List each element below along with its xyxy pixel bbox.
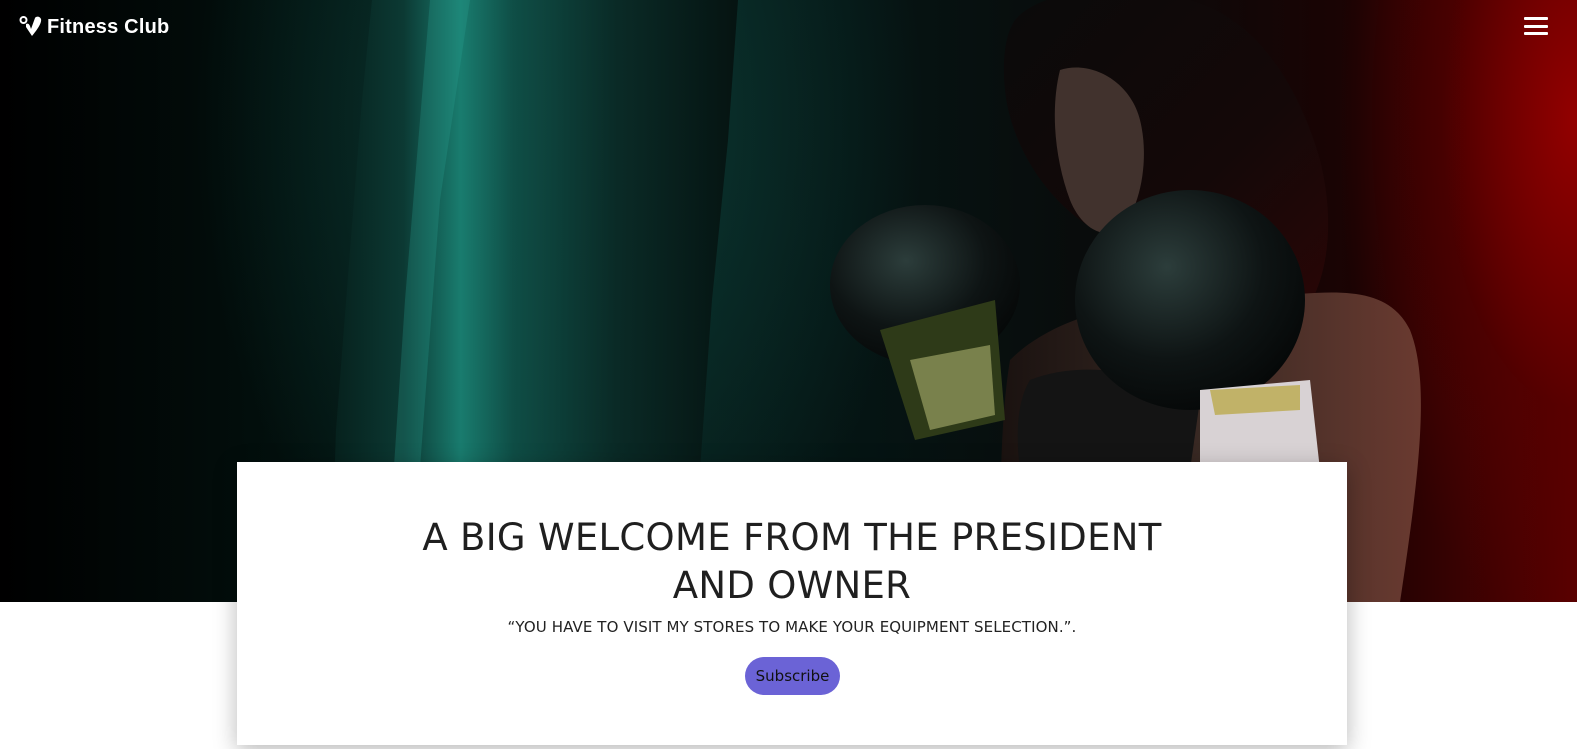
page: Fitness Club A BIG WELCOME FROM THE PRES…: [0, 0, 1577, 749]
brand-name: Fitness Club: [47, 15, 170, 38]
hamburger-line: [1524, 24, 1548, 28]
welcome-title: A BIG WELCOME FROM THE PRESIDENT AND OWN…: [422, 516, 1162, 607]
navbar: Fitness Club: [0, 0, 1577, 54]
welcome-card: A BIG WELCOME FROM THE PRESIDENT AND OWN…: [237, 462, 1347, 745]
hamburger-menu-icon[interactable]: [1524, 15, 1550, 37]
subscribe-button[interactable]: Subscribe: [745, 657, 840, 695]
brand-logo-link[interactable]: Fitness Club: [19, 14, 169, 40]
hamburger-line: [1524, 32, 1548, 35]
hamburger-line: [1524, 17, 1548, 20]
heart-pulse-icon: [19, 15, 43, 39]
welcome-quote: “YOU HAVE TO VISIT MY STORES TO MAKE YOU…: [507, 618, 1077, 636]
